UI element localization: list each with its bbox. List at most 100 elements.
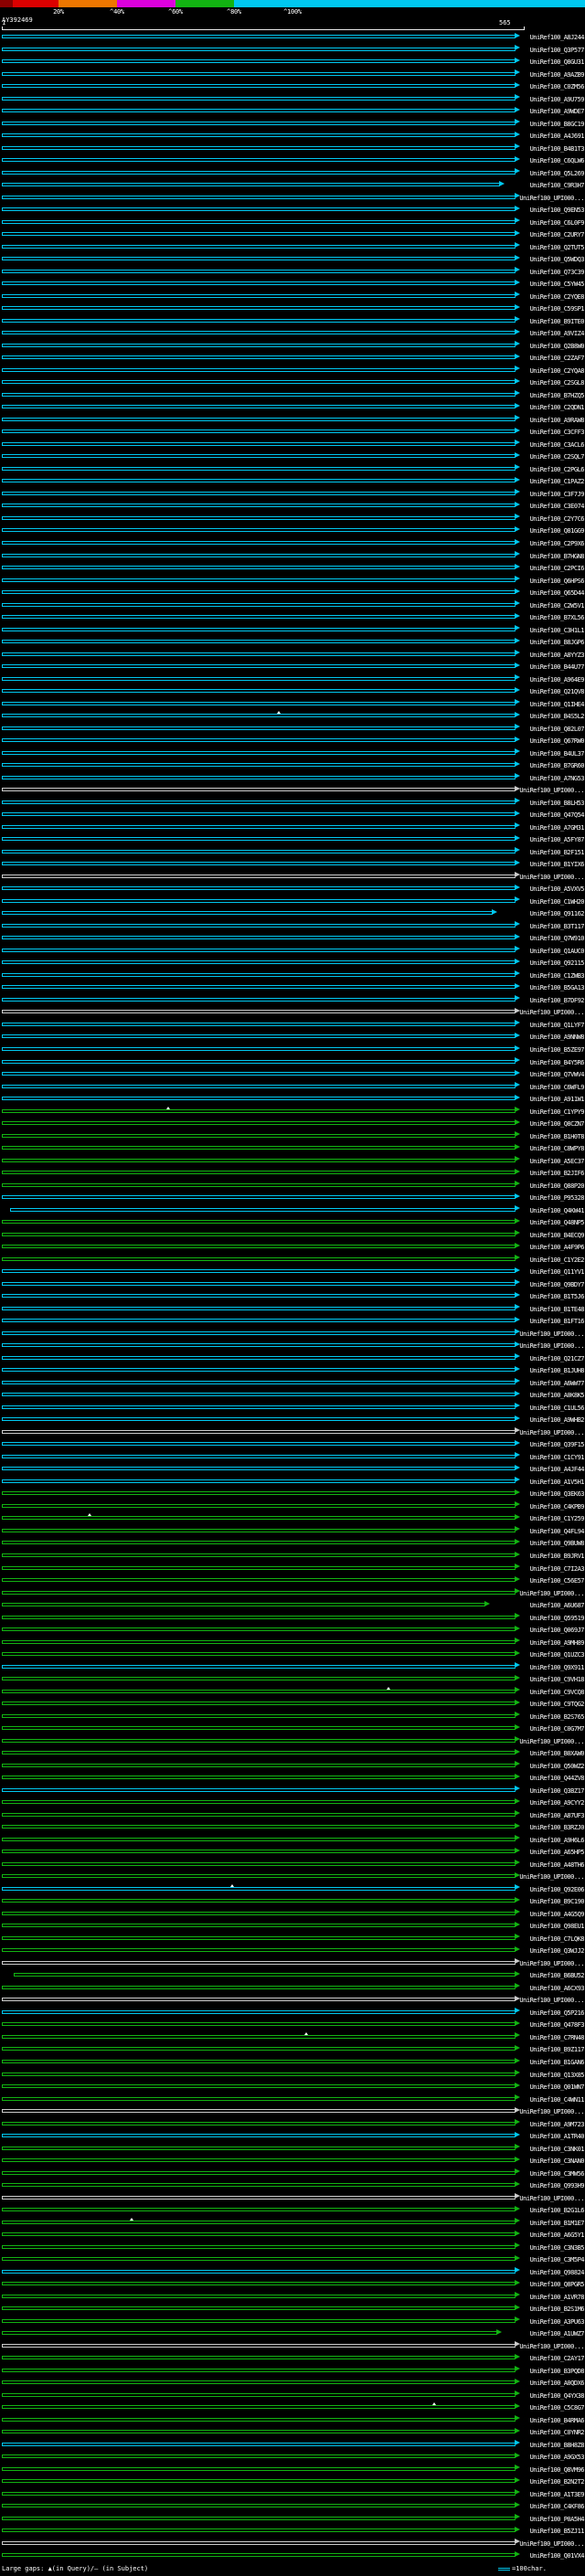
hit-label[interactable]: UniRef100_B7DF92 bbox=[530, 997, 585, 1004]
hit-bar[interactable] bbox=[2, 257, 516, 261]
hit-bar[interactable] bbox=[2, 441, 516, 446]
hit-label[interactable]: UniRef100_C2P9X6 bbox=[530, 540, 585, 547]
hit-label[interactable]: UniRef100_C3N3B5 bbox=[530, 2244, 585, 2252]
hit-label[interactable]: UniRef100_A9M723 bbox=[530, 2121, 585, 2128]
hit-label[interactable]: UniRef100_C1Y2E2 bbox=[530, 1256, 585, 1264]
hit-label[interactable]: UniRef100_C4WN11 bbox=[530, 2096, 585, 2104]
hit-label[interactable]: UniRef100_C1PAZ2 bbox=[530, 478, 585, 485]
hit-label[interactable]: UniRef100_C2Y7C6 bbox=[530, 515, 585, 523]
hit-label[interactable]: UniRef100_C2W5V1 bbox=[530, 602, 585, 610]
hit-bar[interactable] bbox=[2, 1911, 516, 1915]
hit-bar[interactable] bbox=[2, 1355, 516, 1360]
hit-bar[interactable] bbox=[2, 1171, 516, 1175]
hit-label[interactable]: UniRef100_B2S765 bbox=[530, 1713, 585, 1721]
hit-bar[interactable] bbox=[2, 1232, 516, 1236]
hit-bar[interactable] bbox=[2, 1948, 516, 1953]
hit-bar[interactable] bbox=[2, 1195, 516, 1200]
hit-label[interactable]: UniRef100_C0YNR2 bbox=[530, 2429, 585, 2436]
hit-bar[interactable] bbox=[2, 281, 516, 286]
hit-bar[interactable] bbox=[2, 1491, 516, 1496]
hit-bar[interactable] bbox=[2, 1763, 516, 1767]
hit-bar[interactable] bbox=[2, 1689, 516, 1693]
hit-label[interactable]: UniRef100_B1H0T8 bbox=[530, 1133, 585, 1140]
hit-label[interactable]: UniRef100_Q65D44 bbox=[530, 589, 585, 597]
hit-bar[interactable] bbox=[2, 1837, 516, 1841]
hit-bar[interactable] bbox=[2, 738, 516, 743]
hit-bar[interactable] bbox=[2, 1825, 516, 1829]
hit-bar[interactable] bbox=[2, 911, 493, 916]
hit-label[interactable]: UniRef100_B4S5L2 bbox=[530, 713, 585, 720]
hit-label[interactable]: UniRef100_C1YPY9 bbox=[530, 1108, 585, 1116]
hit-bar[interactable] bbox=[2, 466, 516, 471]
hit-bar[interactable] bbox=[2, 714, 516, 718]
hit-label[interactable]: UniRef100_C5YW45 bbox=[530, 281, 585, 288]
hit-bar[interactable] bbox=[2, 788, 516, 792]
hit-label[interactable]: UniRef100_C7RN48 bbox=[530, 2034, 585, 2041]
hit-label[interactable]: UniRef100_A5EC37 bbox=[530, 1158, 585, 1165]
hit-label[interactable]: UniRef100_C3ACL6 bbox=[530, 441, 585, 449]
hit-bar[interactable] bbox=[2, 2454, 516, 2459]
hit-label[interactable]: UniRef100_B1M1E7 bbox=[530, 2220, 585, 2227]
hit-bar[interactable] bbox=[2, 775, 516, 779]
hit-bar[interactable] bbox=[2, 417, 516, 421]
hit-label[interactable]: UniRef100_Q4YX38 bbox=[530, 2392, 585, 2400]
hit-bar[interactable] bbox=[2, 997, 516, 1002]
hit-bar[interactable] bbox=[2, 874, 516, 878]
hit-bar[interactable] bbox=[2, 1121, 516, 1126]
hit-label[interactable]: UniRef100_Q3EK63 bbox=[530, 1490, 585, 1498]
hit-label[interactable]: UniRef100_Q44ZV8 bbox=[530, 1775, 585, 1782]
hit-bar[interactable] bbox=[2, 1405, 516, 1409]
hit-label[interactable]: UniRef100_Q50WZ2 bbox=[530, 1763, 585, 1770]
hit-bar[interactable] bbox=[2, 862, 516, 866]
hit-label[interactable]: UniRef100_B2N2T2 bbox=[530, 2478, 585, 2486]
hit-bar[interactable] bbox=[2, 1022, 516, 1026]
hit-bar[interactable] bbox=[2, 923, 516, 928]
hit-label[interactable]: UniRef100_B8H8Z8 bbox=[530, 2442, 585, 2449]
hit-bar[interactable] bbox=[2, 553, 516, 557]
hit-bar[interactable] bbox=[2, 2269, 516, 2274]
hit-bar[interactable] bbox=[2, 1380, 516, 1384]
hit-label[interactable]: UniRef100_C2YQA8 bbox=[530, 367, 585, 375]
hit-bar[interactable] bbox=[2, 293, 516, 298]
hit-label[interactable]: UniRef100_Q01WN7 bbox=[530, 2083, 585, 2091]
hit-bar[interactable] bbox=[2, 1516, 516, 1521]
hit-label[interactable]: UniRef100_A5VXV5 bbox=[530, 885, 585, 893]
hit-bar[interactable] bbox=[2, 232, 516, 237]
hit-bar[interactable] bbox=[2, 1182, 516, 1187]
hit-bar[interactable] bbox=[2, 566, 516, 570]
hit-label[interactable]: UniRef100_C0ZM56 bbox=[530, 83, 585, 90]
hit-bar[interactable] bbox=[2, 1256, 516, 1261]
hit-bar[interactable] bbox=[2, 726, 516, 730]
hit-label[interactable]: UniRef100_P0A5H4 bbox=[530, 2516, 585, 2523]
hit-bar[interactable] bbox=[2, 1565, 516, 1570]
hit-bar[interactable] bbox=[2, 2504, 516, 2508]
hit-label[interactable]: UniRef100_B5GA13 bbox=[530, 984, 585, 991]
hit-bar[interactable] bbox=[2, 1368, 516, 1373]
hit-bar[interactable] bbox=[2, 1677, 516, 1681]
hit-bar[interactable] bbox=[10, 1207, 516, 1212]
hit-bar[interactable] bbox=[2, 1281, 516, 1286]
hit-label[interactable]: UniRef100_Q59519 bbox=[530, 1615, 585, 1622]
hit-label[interactable]: UniRef100_Q3P577 bbox=[530, 47, 585, 54]
hit-label[interactable]: UniRef100_B9C190 bbox=[530, 1898, 585, 1905]
hit-label[interactable]: UniRef100_B2JIF6 bbox=[530, 1170, 585, 1177]
hit-label[interactable]: UniRef100_C3NAN0 bbox=[530, 2157, 585, 2165]
hit-label[interactable]: UniRef100_A3PU63 bbox=[530, 2318, 585, 2326]
hit-label[interactable]: UniRef100_C5C8G7 bbox=[530, 2404, 585, 2412]
hit-bar[interactable] bbox=[2, 2368, 516, 2372]
hit-label[interactable]: UniRef100_A48TH6 bbox=[530, 1861, 585, 1869]
hit-bar[interactable] bbox=[2, 2134, 516, 2138]
hit-label[interactable]: UniRef100_C2PGL6 bbox=[530, 466, 585, 473]
hit-label[interactable]: UniRef100_C0G7M7 bbox=[530, 1725, 585, 1733]
hit-label[interactable]: UniRef100_A4J691 bbox=[530, 133, 585, 140]
hit-bar[interactable] bbox=[2, 1590, 516, 1595]
hit-label[interactable]: UniRef100_UPI000... bbox=[519, 2108, 584, 2115]
hit-bar[interactable] bbox=[2, 1319, 516, 1323]
hit-label[interactable]: UniRef100_Q069J7 bbox=[530, 1627, 585, 1634]
hit-bar[interactable] bbox=[2, 812, 516, 817]
hit-bar[interactable] bbox=[2, 2047, 516, 2051]
hit-label[interactable]: UniRef100_Q5L269 bbox=[530, 170, 585, 177]
hit-label[interactable]: UniRef100_A9RAW8 bbox=[530, 417, 585, 424]
hit-bar[interactable] bbox=[2, 1652, 516, 1657]
hit-label[interactable]: UniRef100_Q4FL94 bbox=[530, 1528, 585, 1535]
